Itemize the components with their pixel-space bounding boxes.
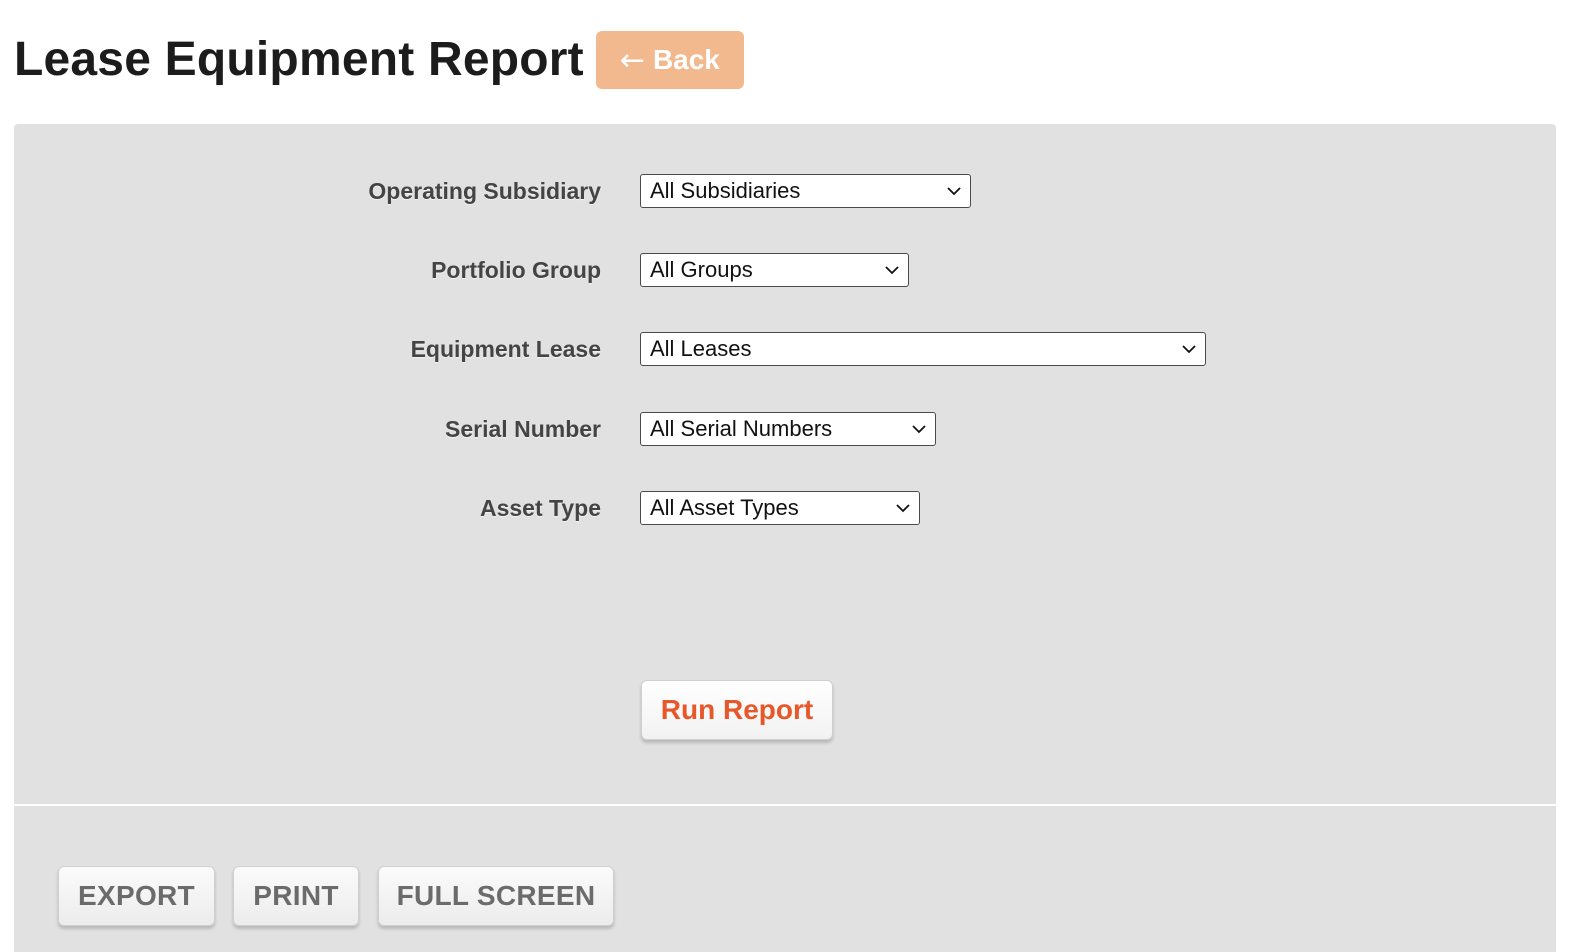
back-button-label: Back bbox=[652, 44, 720, 75]
portfolio-group-row: Portfolio Group All Groups bbox=[14, 252, 1556, 288]
equipment-lease-row: Equipment Lease All Leases bbox=[14, 331, 1556, 367]
export-button[interactable]: EXPORT bbox=[58, 866, 215, 926]
chevron-down-icon bbox=[947, 187, 961, 196]
portfolio-group-select[interactable]: All Groups bbox=[640, 253, 909, 287]
subsidiary-label: Operating Subsidiary bbox=[368, 178, 601, 204]
serial-number-label: Serial Number bbox=[445, 416, 601, 442]
equipment-lease-select-value: All Leases bbox=[650, 336, 752, 361]
asset-type-label: Asset Type bbox=[479, 495, 601, 521]
serial-number-select[interactable]: All Serial Numbers bbox=[640, 412, 936, 446]
chevron-down-icon bbox=[1182, 345, 1196, 354]
report-filter-panel: Operating Subsidiary All Subsidiaries Po… bbox=[14, 124, 1556, 952]
serial-number-select-value: All Serial Numbers bbox=[650, 416, 833, 441]
subsidiary-select[interactable]: All Subsidiaries bbox=[640, 174, 971, 208]
back-button[interactable]: ← Back bbox=[595, 31, 744, 89]
chevron-down-icon bbox=[912, 425, 926, 434]
print-button[interactable]: PRINT bbox=[233, 866, 359, 926]
full-screen-button[interactable]: FULL SCREEN bbox=[378, 866, 614, 926]
portfolio-group-label: Portfolio Group bbox=[431, 257, 601, 283]
subsidiary-select-value: All Subsidiaries bbox=[650, 178, 801, 203]
asset-type-select-value: All Asset Types bbox=[650, 495, 799, 520]
portfolio-group-select-value: All Groups bbox=[650, 257, 753, 282]
back-arrow-icon: ← bbox=[619, 42, 645, 78]
equipment-lease-select[interactable]: All Leases bbox=[640, 332, 1206, 366]
page-title: Lease Equipment Report bbox=[14, 33, 584, 86]
run-report-button[interactable]: Run Report bbox=[641, 680, 833, 740]
equipment-lease-label: Equipment Lease bbox=[410, 336, 601, 362]
asset-type-row: Asset Type All Asset Types bbox=[14, 490, 1556, 526]
panel-divider bbox=[14, 804, 1556, 806]
serial-number-row: Serial Number All Serial Numbers bbox=[14, 411, 1556, 447]
page-header: Lease Equipment Report ← Back bbox=[14, 28, 744, 92]
asset-type-select[interactable]: All Asset Types bbox=[640, 491, 920, 525]
chevron-down-icon bbox=[885, 266, 899, 275]
chevron-down-icon bbox=[896, 504, 910, 513]
subsidiary-row: Operating Subsidiary All Subsidiaries bbox=[14, 173, 1556, 209]
